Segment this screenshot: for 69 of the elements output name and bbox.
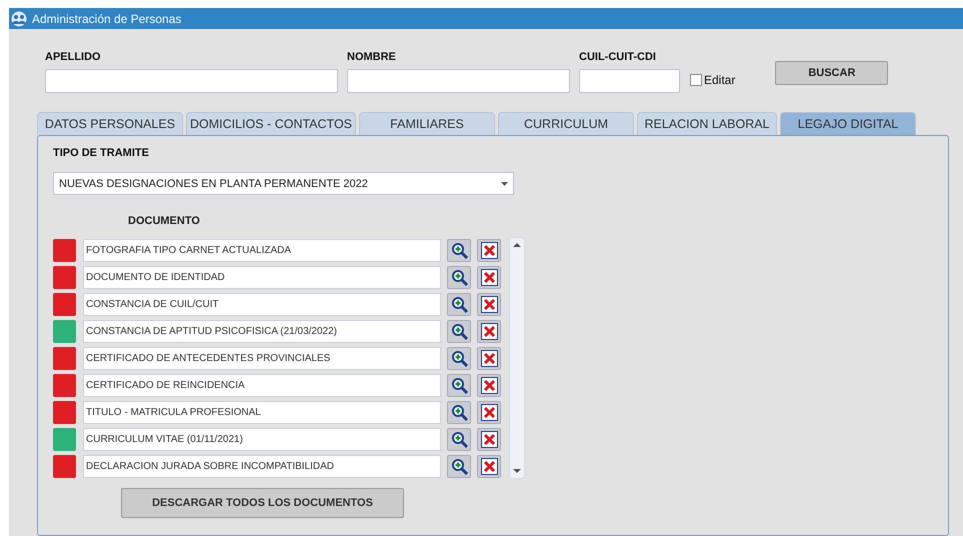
people-icon (10, 10, 28, 26)
delete-icon (480, 431, 498, 448)
zoom-in-icon (450, 269, 468, 286)
scroll-down-icon (513, 468, 521, 474)
delete-button[interactable] (477, 374, 501, 397)
zoom-in-icon (450, 350, 468, 367)
download-all-button[interactable]: DESCARGAR TODOS LOS DOCUMENTOS (121, 488, 404, 518)
delete-icon (480, 350, 498, 367)
tab[interactable]: FAMILIARES (359, 112, 495, 135)
zoom-in-icon (450, 458, 468, 475)
document-field: DECLARACION JURADA SOBRE INCOMPATIBILIDAD (83, 455, 441, 478)
tab[interactable]: CURRICULUM (498, 112, 634, 135)
view-button[interactable] (447, 293, 471, 316)
edit-checkbox[interactable]: Editar (690, 73, 736, 87)
delete-icon (480, 296, 498, 313)
scroll-up-icon (513, 242, 521, 248)
zoom-in-icon (450, 431, 468, 448)
zoom-in-icon (450, 323, 468, 340)
delete-icon (480, 269, 498, 286)
document-field: DOCUMENTO DE IDENTIDAD (83, 266, 441, 289)
document-field: FOTOGRAFIA TIPO CARNET ACTUALIZADA (83, 239, 441, 262)
field-label: NOMBRE (347, 51, 397, 63)
document-field: CERTIFICADO DE ANTECEDENTES PROVINCIALES (83, 347, 441, 370)
delete-icon (480, 377, 498, 394)
tab[interactable]: LEGAJO DIGITAL (780, 112, 916, 135)
document-field: CONSTANCIA DE CUIL/CUIT (83, 293, 441, 316)
view-button[interactable] (447, 347, 471, 370)
delete-button[interactable] (477, 266, 501, 289)
delete-button[interactable] (477, 455, 501, 478)
document-field: CERTIFICADO DE REINCIDENCIA (83, 374, 441, 397)
scrollbar[interactable] (509, 237, 525, 479)
view-button[interactable] (447, 266, 471, 289)
delete-icon (480, 404, 498, 421)
view-button[interactable] (447, 239, 471, 262)
delete-icon (480, 323, 498, 340)
search-field[interactable] (45, 69, 338, 93)
dropdown-arrow-icon (501, 182, 508, 186)
delete-button[interactable] (477, 401, 501, 424)
zoom-in-icon (450, 296, 468, 313)
delete-button[interactable] (477, 239, 501, 262)
view-button[interactable] (447, 374, 471, 397)
zoom-in-icon (450, 404, 468, 421)
delete-button[interactable] (477, 347, 501, 370)
column-header: DOCUMENTO (128, 215, 201, 227)
search-field[interactable] (579, 69, 680, 93)
field-label: CUIL-CUIT-CDI (579, 51, 657, 63)
field-label: APELLIDO (45, 51, 102, 63)
tramite-dropdown[interactable]: NUEVAS DESIGNACIONES EN PLANTA PERMANENTE 2022 (53, 172, 514, 195)
zoom-in-icon (450, 242, 468, 259)
delete-button[interactable] (477, 428, 501, 451)
document-field: CURRICULUM VITAE (01/11/2021) (83, 428, 441, 451)
delete-icon (480, 458, 498, 475)
delete-button[interactable] (477, 320, 501, 343)
document-field: CONSTANCIA DE APTITUD PSICOFISICA (21/03/2022) (83, 320, 441, 343)
tab[interactable]: RELACION LABORAL (637, 112, 777, 135)
view-button[interactable] (447, 320, 471, 343)
zoom-in-icon (450, 377, 468, 394)
delete-button[interactable] (477, 293, 501, 316)
view-button[interactable] (447, 455, 471, 478)
search-button[interactable]: BUSCAR (775, 61, 888, 85)
search-field[interactable] (347, 69, 570, 93)
document-field: TITULO - MATRICULA PROFESIONAL (83, 401, 441, 424)
field-label: TIPO DE TRAMITE (53, 147, 150, 159)
tab[interactable]: DATOS PERSONALES (37, 112, 183, 135)
delete-icon (480, 242, 498, 259)
window-title: Administración de Personas (32, 12, 182, 26)
view-button[interactable] (447, 428, 471, 451)
tab[interactable]: DOMICILIOS - CONTACTOS (186, 112, 356, 135)
view-button[interactable] (447, 401, 471, 424)
